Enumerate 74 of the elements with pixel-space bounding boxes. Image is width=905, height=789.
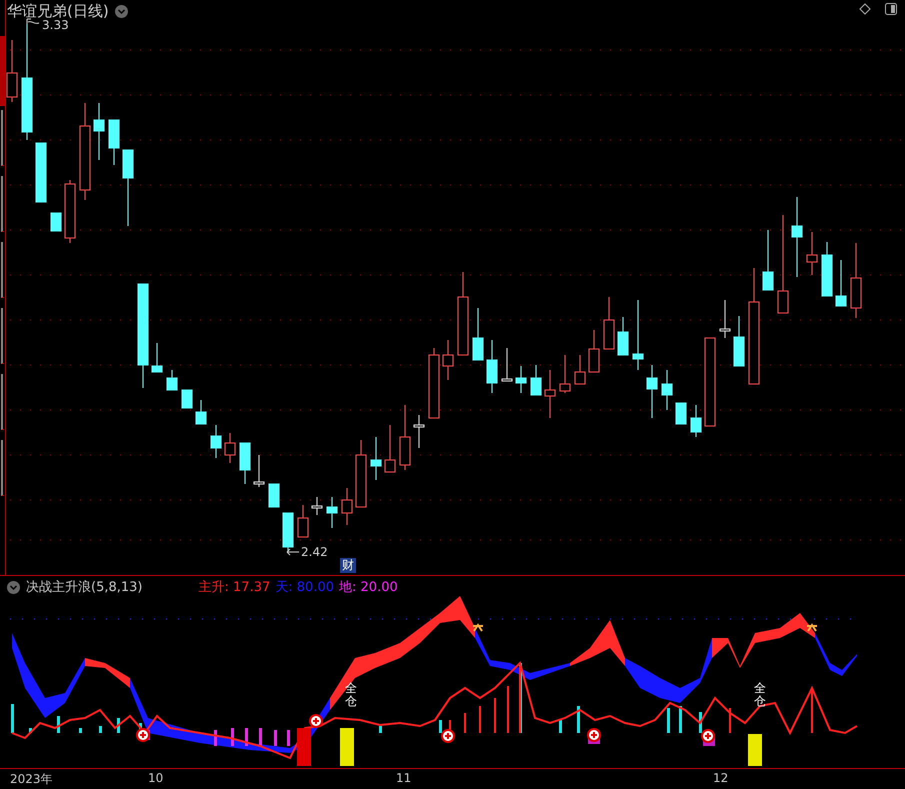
candlestick: [662, 370, 672, 410]
sidebar-tab[interactable]: [1, 242, 4, 298]
indicator-reading: 主升: 17.37: [198, 579, 270, 596]
signal-label: 全仓: [754, 682, 766, 708]
candlestick: [690, 405, 702, 437]
candlestick: [268, 484, 280, 508]
candlestick: [588, 330, 600, 372]
candlestick: [806, 232, 818, 275]
sidebar-tab[interactable]: [1, 440, 4, 496]
candlestick: [604, 297, 614, 350]
date-axis-label: 10: [148, 771, 164, 785]
candlestick: [560, 355, 570, 393]
candlestick: [50, 212, 62, 232]
finance-badge[interactable]: 财: [340, 558, 356, 573]
candlestick: [502, 348, 512, 382]
candlestick: [6, 40, 18, 102]
candlestick: [676, 402, 686, 424]
candlestick: [544, 370, 556, 418]
date-axis-label: 2023年: [10, 771, 53, 788]
candlestick: [298, 505, 308, 538]
sidebar-tab[interactable]: [1, 374, 4, 430]
date-axis-label: 12: [713, 771, 728, 785]
candlestick: [516, 366, 526, 393]
dropdown-icon[interactable]: [114, 5, 128, 18]
candlestick: [312, 497, 322, 515]
candlestick: [428, 348, 440, 418]
candlestick: [574, 355, 586, 384]
diamond-icon[interactable]: [859, 3, 871, 15]
candlestick: [196, 400, 206, 424]
dropdown-icon[interactable]: [7, 580, 20, 594]
candlestick: [762, 230, 774, 290]
candlestick: [734, 316, 744, 366]
candlestick: [836, 260, 846, 306]
sidebar-tab[interactable]: [1, 110, 4, 166]
candlestick: [282, 512, 294, 552]
arrow-icon: [286, 548, 300, 556]
candlestick: [166, 370, 178, 390]
candlestick: [356, 440, 366, 508]
candlestick: [646, 365, 658, 418]
candlestick: [152, 343, 162, 372]
high-price-label: 3.33: [42, 18, 69, 32]
candlestick: [108, 120, 120, 165]
candlestick: [400, 405, 410, 470]
candlestick: [530, 365, 542, 396]
candlestick: [240, 442, 250, 484]
candlestick: [94, 103, 104, 160]
candlestick: [210, 425, 222, 458]
signal-label: 全仓: [345, 682, 357, 708]
sidebar-tab[interactable]: [1, 176, 4, 232]
low-price-label: 2.42: [301, 545, 328, 559]
candlestick: [182, 390, 192, 408]
candlestick: [224, 433, 236, 463]
candlestick: [64, 180, 76, 243]
indicator-reading: 地: 20.00: [339, 579, 398, 596]
candlestick: [326, 497, 338, 528]
candlestick: [384, 425, 396, 472]
indicator-title: 决战主升浪(5,8,13): [26, 579, 142, 596]
candlestick: [36, 142, 46, 202]
candlestick: [342, 488, 352, 525]
candlestick: [472, 308, 484, 360]
candlestick: [370, 437, 382, 480]
candlestick: [720, 300, 730, 338]
candlestick: [414, 415, 424, 448]
candlestick: [632, 300, 644, 370]
indicator-reading: 天: 80.00: [275, 579, 334, 596]
date-axis-label: 11: [396, 771, 412, 785]
candlestick: [486, 340, 498, 393]
chart-title: 华谊兄弟(日线): [7, 2, 109, 20]
candlestick: [442, 340, 454, 380]
candlestick: [618, 317, 628, 356]
panel-icon[interactable]: [885, 3, 897, 15]
candlestick: [254, 455, 264, 487]
sidebar-tab[interactable]: [1, 308, 4, 364]
candlestick: [822, 242, 832, 296]
